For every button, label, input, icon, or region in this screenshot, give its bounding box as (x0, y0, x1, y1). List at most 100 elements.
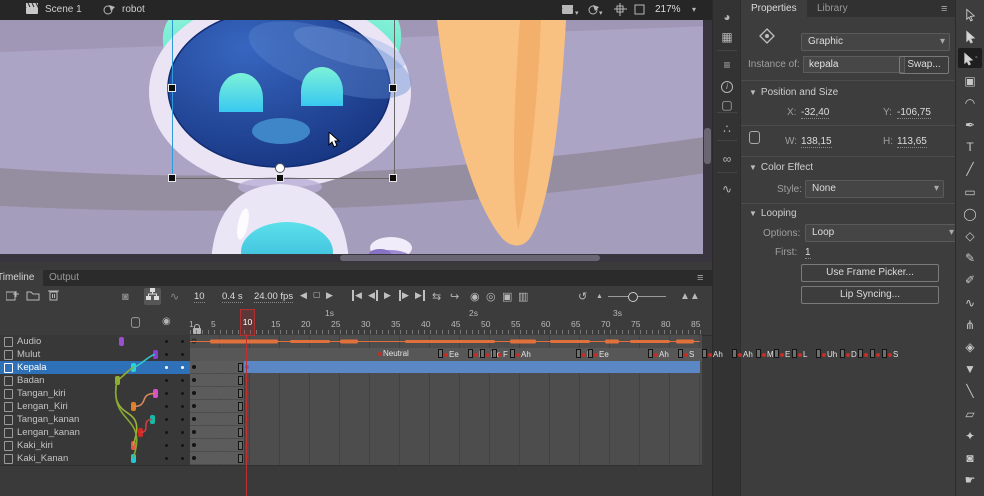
polystar-tool[interactable]: ◇ (958, 226, 982, 246)
frame-row-audio[interactable] (190, 335, 702, 349)
delete-layer-icon[interactable] (48, 289, 59, 306)
frame-size-slider[interactable] (608, 296, 666, 297)
parent-marker[interactable] (119, 337, 124, 346)
lasso-tool[interactable]: ◠ (958, 93, 982, 113)
motion-editor-icon[interactable]: ∿ (713, 182, 741, 196)
camera-view-icon[interactable]: ◙ (122, 289, 129, 305)
panel-menu-icon[interactable]: ≡ (941, 3, 947, 15)
layer-row-tangan_kanan[interactable]: Tangan_kanan (0, 413, 190, 427)
frame-row-lengan_kanan[interactable] (190, 426, 702, 440)
selection-handle-right[interactable] (389, 84, 397, 92)
loop-playback-icon[interactable]: ↪ (450, 289, 459, 305)
visibility-column-icon[interactable]: ◉ (162, 316, 171, 327)
color-style-dropdown[interactable]: None▾ (805, 180, 944, 198)
layer-row-kepala[interactable]: Kepala (0, 361, 190, 375)
classic-brush-tool[interactable]: ✐ (958, 270, 982, 290)
frame-row-kaki_kiri[interactable] (190, 439, 702, 453)
tab-output[interactable]: Output (40, 270, 88, 286)
clip-content-icon[interactable] (634, 4, 645, 18)
use-frame-picker-button[interactable]: Use Frame Picker... (801, 264, 939, 282)
graph-view-icon[interactable]: ∿ (170, 289, 179, 305)
mouth-keyframe-label[interactable]: S (678, 349, 694, 359)
selection-handle-bottom-left[interactable] (168, 174, 176, 182)
mouth-keyframe-label[interactable] (870, 349, 881, 359)
instance-name-field[interactable]: kepala (803, 56, 905, 73)
mouth-keyframe-label[interactable]: S (882, 349, 898, 359)
go-first-frame-icon[interactable]: ◀ (352, 290, 362, 301)
lock-dot[interactable] (181, 457, 184, 460)
asset-sculpt-tool[interactable]: ✦ (958, 426, 982, 446)
fluid-brush-tool[interactable]: ∿ (958, 293, 982, 313)
parenting-view-icon[interactable] (144, 288, 161, 305)
line-tool[interactable]: ╱ (958, 159, 982, 179)
paint-bucket-tool[interactable]: ◈ (958, 337, 982, 357)
edit-multiple-frames-icon[interactable]: ▣ (502, 289, 512, 305)
breadcrumb-symbol[interactable]: robot (122, 4, 145, 15)
parent-marker[interactable] (131, 441, 136, 450)
y-value[interactable]: -106,75 (897, 107, 931, 119)
visibility-dot[interactable] (165, 366, 168, 369)
w-value[interactable]: 138,15 (801, 136, 832, 148)
tab-properties[interactable]: Properties (741, 0, 807, 17)
canvas-horizontal-scrollbar[interactable] (0, 254, 703, 262)
rectangle-tool[interactable]: ▭ (958, 182, 982, 202)
parent-marker[interactable] (131, 363, 136, 372)
x-value[interactable]: -32,40 (801, 107, 829, 119)
mouth-keyframe-label[interactable]: Ee (438, 349, 459, 359)
layer-row-kaki_kanan[interactable]: Kaki_Kanan (0, 452, 190, 466)
visibility-dot[interactable] (165, 418, 168, 421)
frame-row-tangan_kanan[interactable] (190, 413, 702, 427)
transform-icon[interactable]: ▢ (713, 98, 741, 112)
layer-row-mulut[interactable]: Mulut (0, 348, 190, 362)
layer-row-tangan_kiri[interactable]: Tangan_kiri (0, 387, 190, 401)
playhead-marker[interactable]: 10 (240, 309, 255, 336)
parent-marker[interactable] (131, 454, 136, 463)
play-icon[interactable]: ▶ (384, 290, 391, 301)
color-palette-icon[interactable]: ◕ (713, 10, 741, 24)
center-playhead-icon[interactable]: ⇆ (432, 289, 441, 305)
mouth-keyframe-label[interactable]: Ee (588, 349, 609, 359)
swap-button[interactable]: Swap... (899, 56, 949, 74)
lock-dot[interactable] (181, 418, 184, 421)
lock-dot[interactable] (181, 444, 184, 447)
first-value[interactable]: 1 (805, 247, 811, 259)
step-forward-icon[interactable]: ▶ (326, 290, 333, 301)
tab-timeline[interactable]: Timeline (0, 270, 43, 286)
edit-symbols-icon[interactable]: ▾ (588, 4, 603, 18)
lock-dot[interactable] (181, 379, 184, 382)
lock-dot[interactable] (181, 405, 184, 408)
asset-warp-tool[interactable]: ▫ (958, 48, 982, 68)
lock-dot[interactable] (181, 353, 184, 356)
frame-row-lengan_kiri[interactable] (190, 400, 702, 414)
selection-handle-bottom-right[interactable] (389, 174, 397, 182)
frame-row-kaki_kanan[interactable] (190, 452, 702, 466)
looping-options-dropdown[interactable]: Loop▾ (805, 224, 959, 242)
pen-tool[interactable]: ✒ (958, 115, 982, 135)
visibility-dot[interactable] (165, 392, 168, 395)
ink-bottle-tool[interactable]: ▼ (958, 359, 982, 379)
visibility-dot[interactable] (165, 457, 168, 460)
parent-marker[interactable] (150, 415, 155, 424)
free-transform-tool[interactable]: ▣ (958, 71, 982, 91)
visibility-dot[interactable] (165, 431, 168, 434)
next-frame-icon[interactable]: ▶ (399, 290, 409, 301)
new-folder-icon[interactable] (26, 289, 40, 306)
swatches-icon[interactable]: ▦ (713, 30, 741, 44)
parent-marker[interactable] (138, 428, 143, 437)
frame-rate-value[interactable]: 24.00 fps (254, 291, 293, 303)
selection-handle-bottom-center[interactable] (276, 174, 284, 182)
selection-tool[interactable] (958, 4, 982, 24)
mouth-keyframe-label[interactable]: Ah (702, 349, 723, 359)
current-frame-value[interactable]: 10 (194, 291, 205, 303)
edit-scene-icon[interactable]: ▾ (562, 4, 579, 18)
timeline-menu-icon[interactable]: ≡ (697, 272, 703, 284)
info-icon[interactable]: i (713, 78, 741, 93)
reset-timeline-zoom-icon[interactable]: ↺ (578, 289, 587, 305)
mouth-keyframe-label[interactable]: Neutral (378, 349, 409, 358)
frame-row-kepala[interactable] (190, 361, 702, 375)
selected-frame-span[interactable] (244, 361, 700, 373)
align-icon[interactable]: ≡ (713, 58, 741, 72)
subselection-tool[interactable] (958, 26, 982, 46)
visibility-dot[interactable] (165, 353, 168, 356)
text-tool[interactable]: T (958, 137, 982, 157)
